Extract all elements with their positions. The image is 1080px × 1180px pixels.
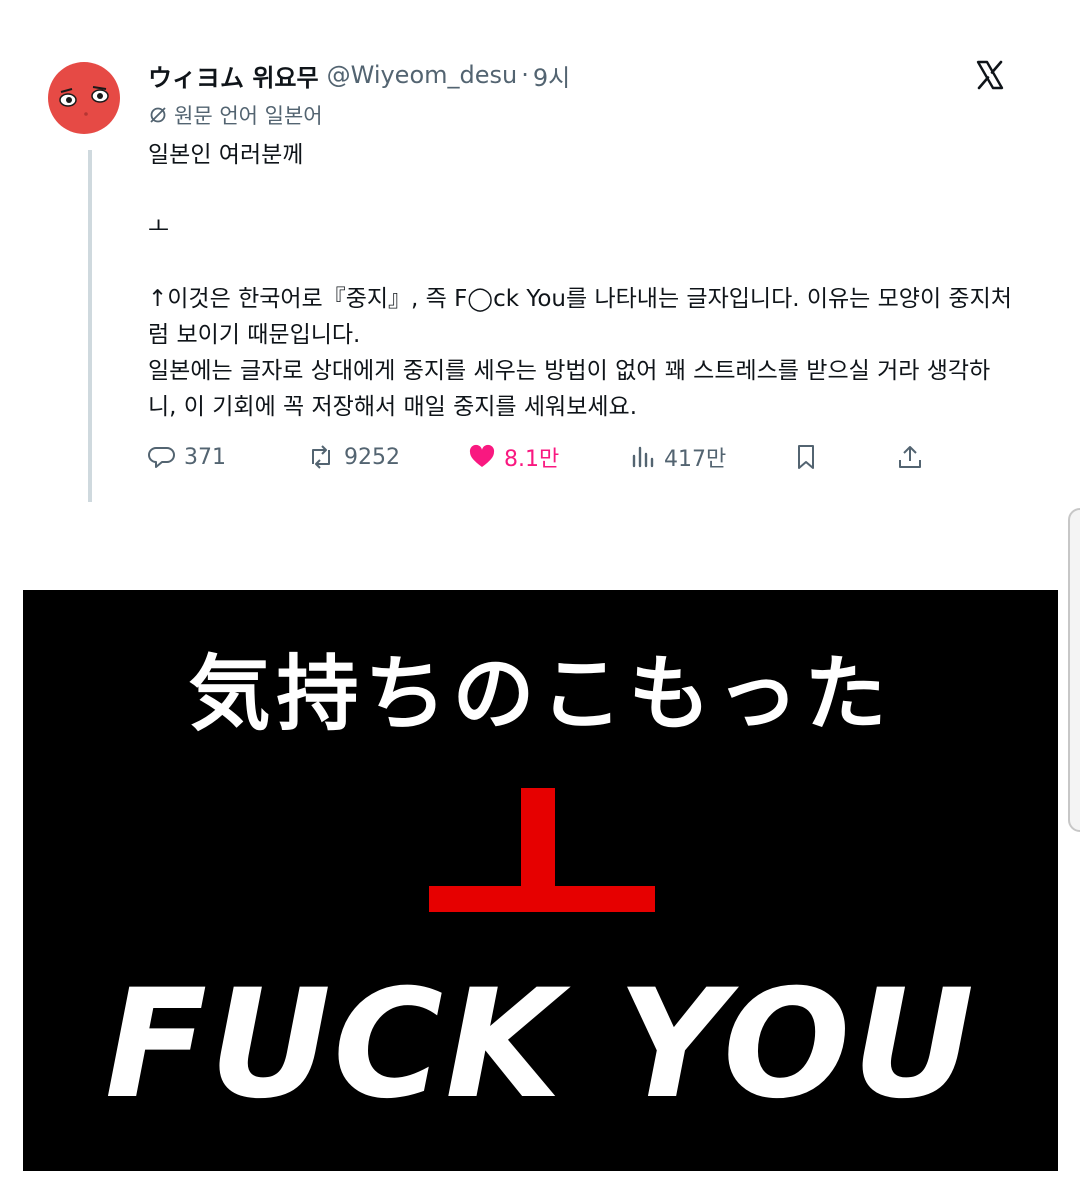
reply-count: 371 bbox=[184, 444, 226, 470]
views-button[interactable]: 417만 bbox=[630, 438, 726, 476]
reply-button[interactable]: 371 bbox=[148, 438, 226, 476]
action-bar: 371 9252 8.1만 417만 bbox=[148, 438, 928, 476]
reply-icon bbox=[148, 447, 175, 468]
red-glyph-base bbox=[429, 886, 655, 912]
views-count: 417만 bbox=[664, 447, 727, 472]
media-big-text: FUCK YOU bbox=[104, 958, 977, 1132]
repost-button[interactable]: 9252 bbox=[306, 438, 400, 476]
share-button[interactable] bbox=[896, 438, 932, 476]
repost-icon bbox=[312, 445, 330, 469]
repost-count: 9252 bbox=[344, 444, 400, 470]
tweet-line-blank bbox=[148, 173, 1018, 209]
tweet-line-suggestion: 일본에는 글자로 상대에게 중지를 세우는 방법이 없어 꽤 스트레스를 받으실… bbox=[148, 358, 991, 420]
post-time[interactable]: 9시 bbox=[533, 58, 570, 93]
translation-label: 원문 언어 일본어 bbox=[174, 104, 323, 128]
media-caption: 気持ちのこもった bbox=[188, 646, 893, 742]
like-count: 8.1만 bbox=[504, 447, 560, 472]
scrollbar-handle[interactable] bbox=[1068, 508, 1080, 832]
translate-icon bbox=[150, 107, 166, 123]
red-glyph-stem bbox=[521, 788, 555, 898]
bookmark-button[interactable] bbox=[793, 438, 827, 476]
tweet-media-image[interactable]: 気持ちのこもった FUCK YOU bbox=[23, 590, 1058, 1171]
avatar[interactable] bbox=[48, 62, 120, 134]
bookmark-icon bbox=[798, 445, 814, 469]
tweet-line-blank bbox=[148, 245, 1018, 281]
translation-note[interactable]: 원문 언어 일본어 bbox=[148, 100, 323, 130]
tweet-line-glyph: ㅗ bbox=[148, 214, 170, 240]
thread-line bbox=[88, 150, 92, 502]
tweet-line-1: 일본인 여러분께 bbox=[148, 142, 304, 168]
heart-icon bbox=[469, 444, 495, 467]
x-logo-icon bbox=[976, 60, 1004, 90]
tweet-line-explanation: ↑이것은 한국어로『중지』, 즉 F◯ck You를 나타내는 글자입니다. 이… bbox=[148, 286, 1012, 348]
views-icon bbox=[632, 446, 654, 468]
tweet-header: ウィヨム 위요무 @Wiyeom_desu · 9시 bbox=[148, 58, 570, 92]
like-button[interactable]: 8.1만 bbox=[468, 438, 559, 476]
user-handle[interactable]: @Wiyeom_desu bbox=[327, 61, 518, 89]
avatar-face-icon bbox=[59, 86, 109, 116]
share-icon bbox=[899, 446, 921, 468]
tweet-text: 일본인 여러분께 ㅗ ↑이것은 한국어로『중지』, 즉 F◯ck You를 나타… bbox=[148, 137, 1018, 425]
display-name[interactable]: ウィヨム 위요무 bbox=[148, 58, 319, 93]
header-separator: · bbox=[521, 61, 529, 89]
